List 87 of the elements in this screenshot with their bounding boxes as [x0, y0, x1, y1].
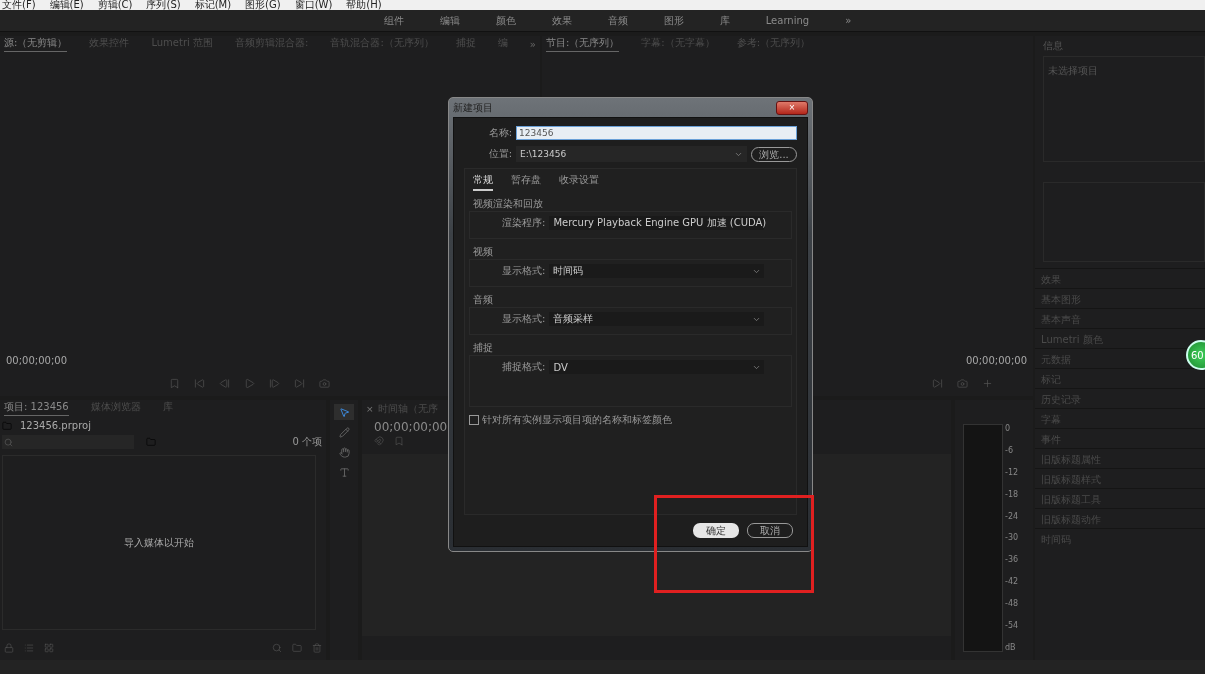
- panel-tab[interactable]: 节目:（无序列）: [545, 36, 620, 52]
- panel-tab[interactable]: 源:（无剪辑）: [4, 36, 68, 52]
- dialog-tab[interactable]: 收录设置: [559, 171, 599, 191]
- menu-item[interactable]: 文件(F): [2, 0, 36, 10]
- format-dropdown[interactable]: Mercury Playback Engine GPU 加速 (CUDA): [549, 216, 765, 230]
- item-count: 0 个项: [292, 435, 322, 449]
- cancel-button[interactable]: 取消: [747, 523, 793, 538]
- workspace-tab[interactable]: 图形: [663, 13, 684, 28]
- meter-tick-label: -12: [1005, 467, 1019, 477]
- new-bin-icon[interactable]: [292, 643, 302, 653]
- marker-icon[interactable]: [394, 436, 404, 446]
- hand-icon: [338, 446, 350, 458]
- meter-tick-label: -30: [1005, 533, 1019, 543]
- field-label: 捕捉格式:: [502, 360, 546, 374]
- marker-icon[interactable]: [169, 377, 181, 389]
- step-forward-icon[interactable]: [269, 377, 281, 389]
- search-icon[interactable]: [272, 643, 282, 653]
- menu-item[interactable]: 帮助(H): [346, 0, 382, 10]
- step-back-icon[interactable]: [219, 377, 231, 389]
- section-title: 音频: [472, 293, 494, 307]
- menu-item[interactable]: 编辑(E): [49, 0, 84, 10]
- section-title: 视频渲染和回放: [472, 197, 544, 211]
- panel-tab[interactable]: 项目: 123456: [4, 400, 69, 416]
- workspace-tab[interactable]: Learning: [765, 15, 810, 26]
- meter-tick-label: -36: [1005, 555, 1019, 565]
- project-file-name: 123456.prproj: [20, 420, 91, 431]
- checkbox-label: 针对所有实例显示项目项的名称和标签颜色: [482, 413, 672, 427]
- search-icon: [4, 437, 13, 447]
- workspace-tab[interactable]: 颜色: [495, 13, 516, 28]
- workspace-tab[interactable]: 效果: [551, 13, 572, 28]
- pencil-icon: [338, 426, 350, 438]
- field-label: 显示格式:: [502, 264, 546, 278]
- snap-icon[interactable]: [374, 436, 384, 446]
- meter-tick-label: -48: [1005, 599, 1019, 609]
- go-to-out-icon[interactable]: [932, 377, 943, 389]
- workspace-tab[interactable]: 组件: [383, 13, 404, 28]
- camera-icon[interactable]: [957, 377, 968, 389]
- camera-icon[interactable]: [319, 377, 331, 389]
- meter-tick-label: -42: [1005, 577, 1019, 587]
- workspace-tab[interactable]: 库: [719, 13, 730, 28]
- meter-tick-label: -24: [1005, 511, 1019, 521]
- more-tabs[interactable]: »: [529, 38, 536, 50]
- play-icon[interactable]: [244, 377, 256, 389]
- section-title: 捕捉: [472, 341, 494, 355]
- section-title: 视频: [472, 245, 494, 259]
- field-label: 显示格式:: [502, 312, 546, 326]
- field-label: 名称:: [487, 126, 512, 140]
- dialog-title: 新建项目: [453, 100, 493, 115]
- location-dropdown[interactable]: E:\123456: [516, 146, 747, 162]
- checkbox[interactable]: [469, 415, 479, 425]
- empty-message: 导入媒体以开始: [124, 535, 194, 550]
- ok-button[interactable]: 确定: [693, 523, 739, 538]
- format-dropdown[interactable]: DV: [549, 360, 765, 374]
- dialog-tab[interactable]: 常规: [473, 171, 493, 191]
- meter-tick-label: -6: [1005, 445, 1014, 455]
- format-dropdown[interactable]: 音频采样: [549, 312, 765, 326]
- menu-item[interactable]: 序列(S): [146, 0, 181, 10]
- meter-tick-label: dB: [1005, 642, 1017, 652]
- field-label: 位置:: [487, 147, 512, 161]
- workspace-tab[interactable]: 编辑: [439, 13, 460, 28]
- menu-item[interactable]: 剪辑(C): [97, 0, 133, 10]
- type-icon: [338, 466, 350, 478]
- go-to-in-icon[interactable]: [194, 377, 206, 389]
- meter-tick-label: -18: [1005, 489, 1019, 499]
- format-dropdown[interactable]: 时间码: [549, 264, 765, 278]
- selection-tool[interactable]: [334, 404, 354, 420]
- add-icon[interactable]: [982, 377, 993, 389]
- icon-view-icon[interactable]: [44, 643, 54, 653]
- close-button[interactable]: ×: [366, 404, 374, 414]
- timecode[interactable]: 00;00;00;00: [6, 354, 67, 366]
- menu-item[interactable]: 窗口(W): [294, 0, 333, 10]
- dialog-tab[interactable]: 暂存盘: [511, 171, 541, 191]
- close-button[interactable]: ×: [776, 100, 808, 115]
- meter-tick-label: -54: [1005, 621, 1019, 630]
- name-field[interactable]: 123456: [516, 126, 797, 140]
- menu-item[interactable]: 图形(G): [245, 0, 281, 10]
- trash-icon[interactable]: [312, 643, 322, 653]
- search-field[interactable]: [2, 435, 134, 449]
- go-to-out-icon[interactable]: [294, 377, 306, 389]
- timecode[interactable]: 00;00;00;00: [966, 354, 1027, 366]
- workspace-tab[interactable]: 音频: [607, 13, 628, 28]
- field-label: 渲染程序:: [502, 216, 546, 230]
- menu-item[interactable]: 标记(M): [194, 0, 232, 10]
- more-workspaces[interactable]: »: [845, 15, 852, 26]
- pointer-icon: [338, 406, 350, 418]
- meter-tick-label: 0: [1005, 424, 1012, 433]
- lock-icon[interactable]: [4, 643, 14, 653]
